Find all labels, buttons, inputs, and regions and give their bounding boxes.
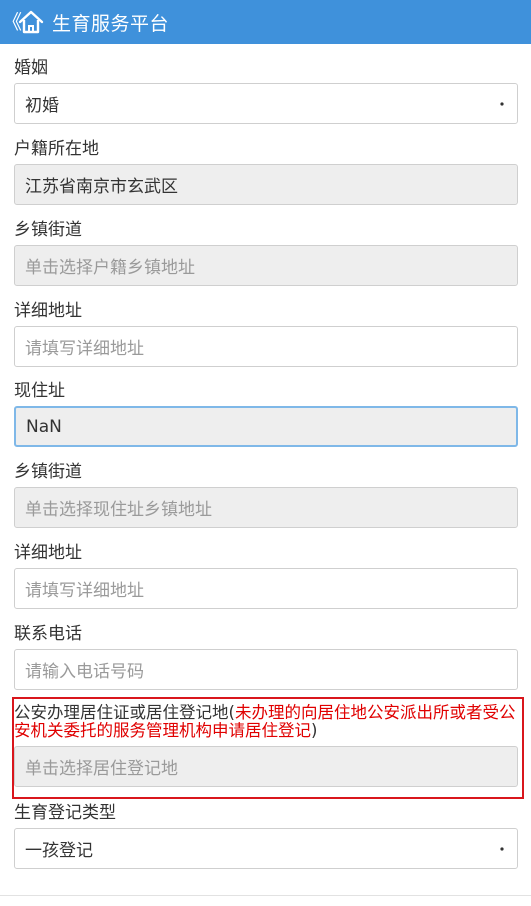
- page-title: 生育服务平台: [52, 12, 170, 35]
- home-icon[interactable]: [18, 9, 44, 35]
- current-town-label: 乡镇街道: [14, 462, 82, 482]
- bottom-divider: [0, 895, 531, 896]
- residence-registration-placeholder: 单击选择居住登记地: [25, 759, 178, 779]
- household-detail-placeholder: 请填写详细地址: [25, 339, 144, 359]
- household-label: 户籍所在地: [14, 139, 99, 159]
- household-town-placeholder: 单击选择户籍乡镇地址: [25, 258, 195, 278]
- marriage-field: 婚姻 初婚: [14, 57, 518, 124]
- phone-label: 联系电话: [14, 624, 82, 644]
- household-detail-field: 详细地址 请填写详细地址: [14, 300, 518, 367]
- residence-label-suffix: ): [311, 721, 318, 740]
- residence-label-prefix: 公安办理居住证或居住登记地(: [14, 703, 235, 722]
- current-detail-field: 详细地址 请填写详细地址: [14, 542, 518, 609]
- birth-type-value: 一孩登记: [25, 841, 93, 861]
- household-town-picker[interactable]: 单击选择户籍乡镇地址: [14, 245, 518, 286]
- current-town-picker[interactable]: 单击选择现住址乡镇地址: [14, 487, 518, 528]
- marriage-select[interactable]: 初婚: [14, 83, 518, 124]
- app-header: 《 生育服务平台: [0, 0, 531, 44]
- phone-input[interactable]: 请输入电话号码: [14, 649, 518, 690]
- birth-type-field: 生育登记类型 一孩登记: [14, 802, 518, 869]
- back-button[interactable]: 《: [2, 0, 22, 44]
- residence-registration-picker[interactable]: 单击选择居住登记地: [14, 746, 518, 787]
- current-address-input[interactable]: NaN: [14, 406, 518, 447]
- birth-type-label: 生育登记类型: [14, 803, 116, 823]
- current-town-placeholder: 单击选择现住址乡镇地址: [25, 500, 212, 520]
- birth-type-select[interactable]: 一孩登记: [14, 828, 518, 869]
- current-town-field: 乡镇街道 单击选择现住址乡镇地址: [14, 461, 518, 528]
- household-display[interactable]: 江苏省南京市玄武区: [14, 164, 518, 205]
- current-detail-input[interactable]: 请填写详细地址: [14, 568, 518, 609]
- household-town-label: 乡镇街道: [14, 220, 82, 240]
- household-detail-label: 详细地址: [14, 301, 82, 321]
- household-town-field: 乡镇街道 单击选择户籍乡镇地址: [14, 219, 518, 286]
- marriage-label: 婚姻: [14, 58, 48, 78]
- dropdown-caret-icon: [500, 846, 504, 851]
- current-detail-placeholder: 请填写详细地址: [25, 581, 144, 601]
- current-detail-label: 详细地址: [14, 543, 82, 563]
- household-field: 户籍所在地 江苏省南京市玄武区: [14, 138, 518, 205]
- household-detail-input[interactable]: 请填写详细地址: [14, 326, 518, 367]
- phone-field: 联系电话 请输入电话号码: [14, 623, 518, 690]
- current-address-label: 现住址: [14, 381, 65, 401]
- phone-placeholder: 请输入电话号码: [25, 662, 144, 682]
- marriage-value: 初婚: [25, 96, 59, 116]
- household-value: 江苏省南京市玄武区: [25, 177, 178, 197]
- dropdown-caret-icon: [500, 101, 504, 106]
- current-address-value: NaN: [26, 416, 62, 437]
- current-address-field: 现住址 NaN: [14, 380, 518, 447]
- residence-registration-label: 公安办理居住证或居住登记地(未办理的向居住地公安派出所或者受公安机关委托的服务管…: [14, 704, 520, 740]
